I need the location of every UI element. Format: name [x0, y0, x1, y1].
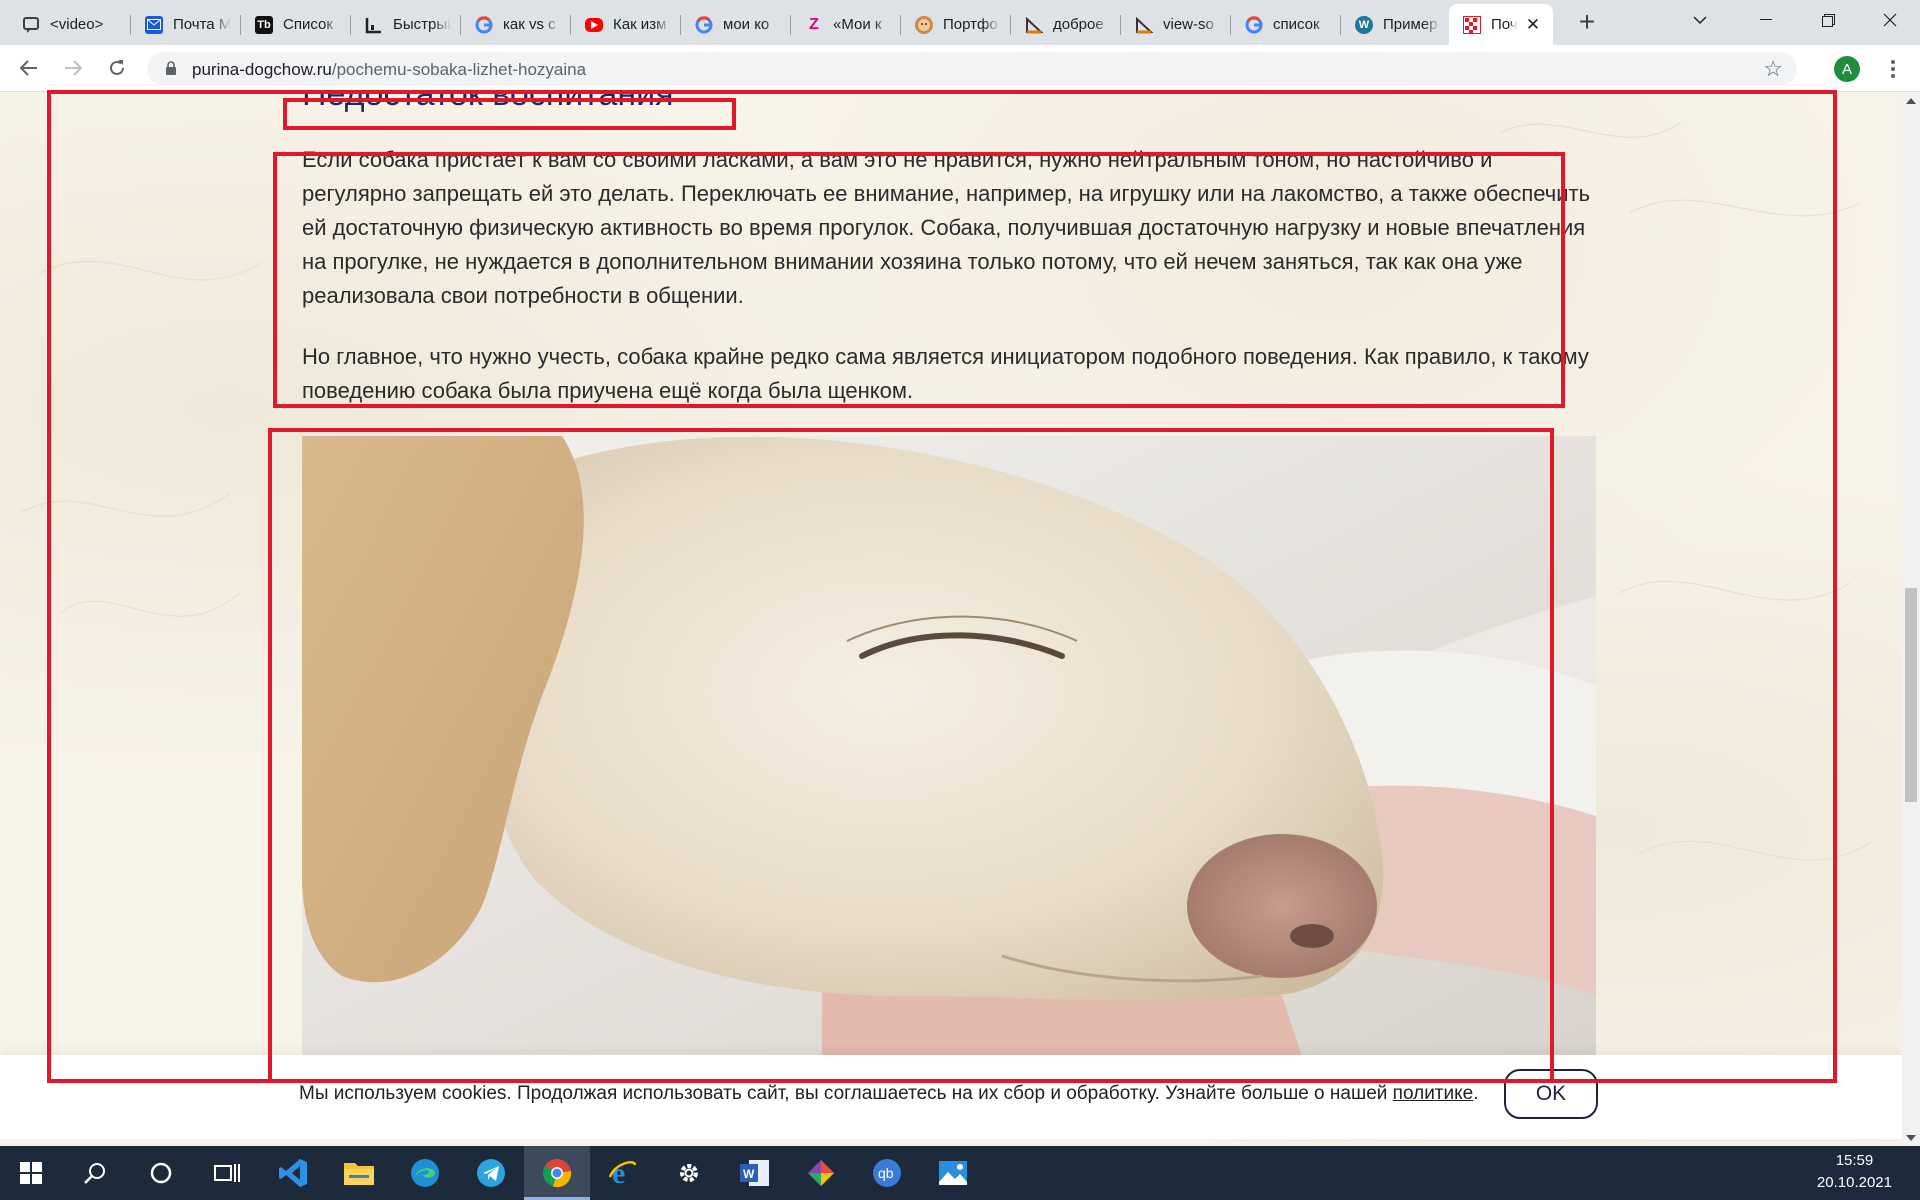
- tab-title: мои ко: [723, 16, 770, 33]
- scroll-up-icon[interactable]: [1902, 93, 1920, 110]
- forward-icon[interactable]: [58, 53, 88, 83]
- tab-google-1[interactable]: как vs c: [461, 4, 571, 45]
- cookie-message: Мы используем cookies. Продолжая использ…: [299, 1083, 1479, 1105]
- tab-fast[interactable]: Быстрый: [351, 4, 461, 45]
- telegram-icon[interactable]: [458, 1146, 524, 1200]
- tab-google-3[interactable]: список: [1231, 4, 1341, 45]
- tab-title: доброе: [1053, 16, 1104, 33]
- url-path: /pochemu-sobaka-lizhet-hozyaina: [331, 60, 587, 79]
- browser-toolbar: purina-dogchow.ru/pochemu-sobaka-lizhet-…: [0, 45, 1920, 92]
- settings-icon[interactable]: [656, 1146, 722, 1200]
- clock-date: 20.10.2021: [1816, 1174, 1892, 1191]
- youtube-icon: [585, 17, 603, 32]
- browser-tab-strip: <video> Почта Mail.ru Tb Список Быстрый …: [0, 0, 1920, 45]
- tab-title: список: [1273, 16, 1320, 33]
- search-icon[interactable]: [62, 1146, 128, 1200]
- edge-icon[interactable]: [392, 1146, 458, 1200]
- tab-title: Список: [283, 16, 333, 33]
- new-tab-button[interactable]: +: [1573, 8, 1601, 37]
- tab-title: Быстрый: [393, 16, 451, 33]
- tb-icon: Tb: [255, 15, 273, 34]
- google-icon: [1245, 15, 1263, 34]
- page-scrollbar[interactable]: [1902, 93, 1920, 1146]
- tab-title: как vs c: [503, 16, 556, 33]
- tab-mail[interactable]: Почта Mail.ru: [131, 4, 241, 45]
- word-icon[interactable]: W: [722, 1146, 788, 1200]
- tab-youtube[interactable]: Как изм: [571, 4, 681, 45]
- section-heading: Недостаток воспитания: [302, 93, 674, 113]
- url-text[interactable]: purina-dogchow.ru/pochemu-sobaka-lizhet-…: [192, 60, 586, 80]
- tab-search-icon[interactable]: [1672, 0, 1728, 40]
- qbittorrent-icon[interactable]: qb: [854, 1146, 920, 1200]
- bookmark-star-icon[interactable]: ☆: [1763, 56, 1783, 82]
- tab-title: Как изм: [613, 16, 667, 33]
- mail-icon: [145, 15, 163, 34]
- tab-active[interactable]: Почему ✕: [1449, 4, 1553, 45]
- clock-time: 15:59: [1835, 1152, 1874, 1169]
- svg-text:qb: qb: [878, 1165, 894, 1181]
- lock-icon: [166, 61, 176, 75]
- cookie-text: Мы используем cookies. Продолжая использ…: [299, 1083, 1393, 1104]
- cookie-consent-bar: Мы используем cookies. Продолжая использ…: [0, 1055, 1902, 1139]
- git-icon[interactable]: [788, 1146, 854, 1200]
- address-bar[interactable]: purina-dogchow.ru/pochemu-sobaka-lizhet-…: [147, 52, 1797, 86]
- triangle-icon: [1025, 16, 1043, 34]
- reload-icon[interactable]: [102, 53, 132, 83]
- tab-title: Почта Mail.ru: [173, 16, 231, 33]
- privacy-policy-link[interactable]: политике: [1393, 1083, 1474, 1104]
- tab-google-2[interactable]: мои ко: [681, 4, 791, 45]
- cookie-accept-button[interactable]: OK: [1504, 1069, 1598, 1119]
- url-domain: purina-dogchow.ru: [192, 60, 332, 79]
- dog-photo: [302, 436, 1596, 1056]
- minimize-icon[interactable]: [1738, 0, 1794, 40]
- tab-title: <video>: [50, 16, 104, 33]
- ie-icon[interactable]: e: [590, 1146, 656, 1200]
- svg-text:W: W: [743, 1167, 755, 1181]
- system-clock[interactable]: 15:59 20.10.2021: [1817, 1150, 1892, 1194]
- cookie-suffix: .: [1473, 1083, 1479, 1104]
- close-tab-icon[interactable]: ✕: [1523, 15, 1543, 35]
- tab-title: Почему: [1491, 16, 1517, 33]
- tab-good[interactable]: доброе: [1011, 4, 1121, 45]
- cortana-icon[interactable]: [128, 1146, 194, 1200]
- page-viewport: Недостаток воспитания Если собака приста…: [0, 93, 1902, 1146]
- close-window-icon[interactable]: [1862, 0, 1918, 40]
- chart-icon: [365, 16, 383, 34]
- z-icon: Z: [809, 15, 819, 33]
- tab-view-source[interactable]: view-so: [1121, 4, 1231, 45]
- tab-portfolio[interactable]: Портфо: [901, 4, 1011, 45]
- photos-icon[interactable]: [920, 1146, 986, 1200]
- google-icon: [695, 15, 713, 34]
- vscode-icon[interactable]: [260, 1146, 326, 1200]
- task-view-icon[interactable]: [194, 1146, 260, 1200]
- scroll-down-icon[interactable]: [1902, 1129, 1920, 1146]
- restore-icon[interactable]: [1800, 0, 1856, 40]
- windows-taskbar: e W qb 15:59 20.10.2021: [0, 1146, 1920, 1200]
- tab-title: view-so: [1163, 16, 1214, 33]
- profile-avatar[interactable]: A: [1834, 56, 1860, 82]
- back-icon[interactable]: [14, 53, 44, 83]
- tab-title: «Мои к: [833, 16, 882, 33]
- tab-title: Портфо: [943, 16, 998, 33]
- browser-menu-icon[interactable]: [1880, 55, 1906, 83]
- tab-z[interactable]: Z «Мои к: [791, 4, 901, 45]
- file-explorer-icon[interactable]: [326, 1146, 392, 1200]
- chat-icon: [22, 16, 40, 34]
- svg-text:e: e: [612, 1157, 625, 1189]
- wordpress-icon: W: [1355, 15, 1373, 34]
- chrome-icon[interactable]: [524, 1146, 590, 1200]
- article-paragraph: Но главное, что нужно учесть, собака кра…: [302, 344, 1589, 403]
- start-icon[interactable]: [0, 1146, 62, 1200]
- scrollbar-thumb[interactable]: [1905, 588, 1917, 802]
- article-paragraph: Если собака пристает к вам со своими лас…: [302, 147, 1591, 308]
- triangle-icon: [1135, 16, 1153, 34]
- face-icon: [915, 15, 933, 34]
- google-icon: [475, 15, 493, 34]
- tab-title: Пример: [1383, 16, 1438, 33]
- tab-wordpress[interactable]: W Пример: [1341, 4, 1451, 45]
- purina-icon: [1463, 15, 1481, 34]
- tab-list[interactable]: Tb Список: [241, 4, 351, 45]
- tab-video[interactable]: <video>: [8, 4, 131, 45]
